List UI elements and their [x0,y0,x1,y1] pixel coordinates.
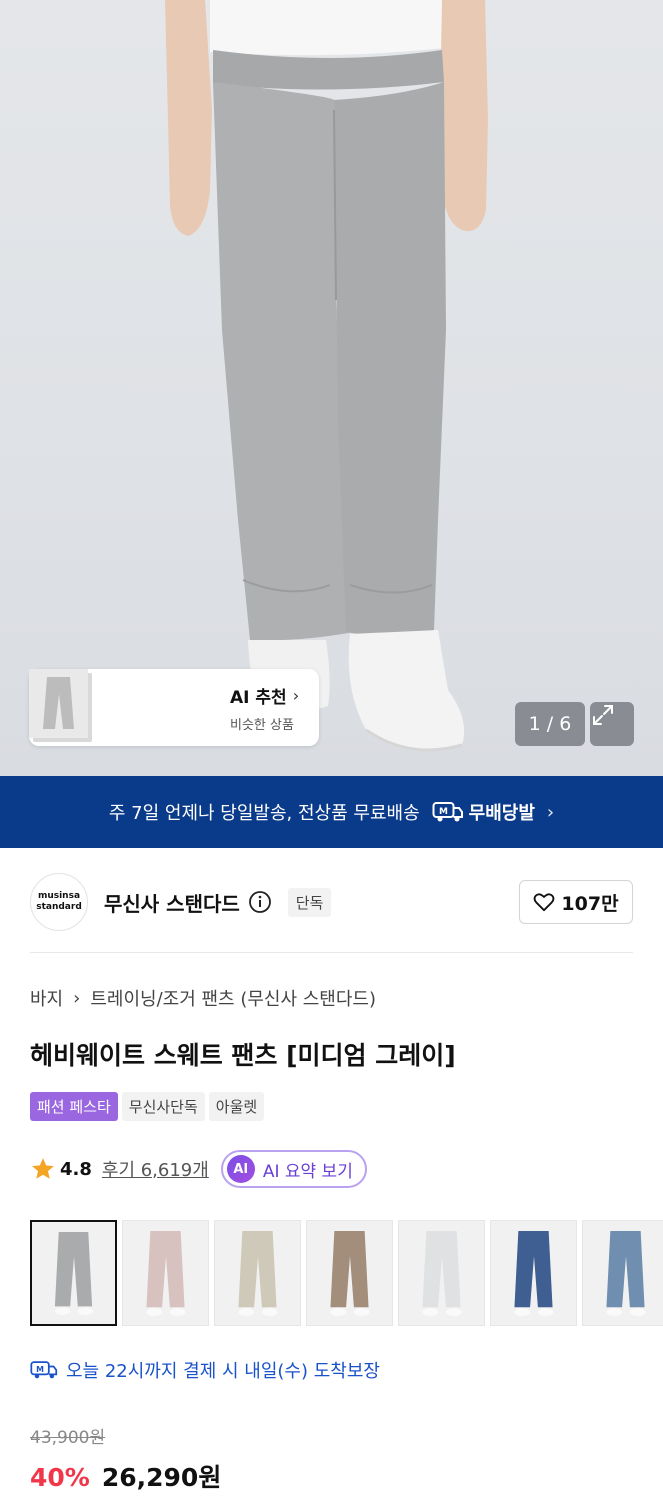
swatch-pants-image [307,1221,392,1325]
pants-model-illustration [165,0,488,752]
rating-row: 4.8 후기 6,619개 AI AI 요약 보기 [30,1150,367,1188]
price-row: 40% 26,290원 [30,1458,221,1494]
swatch-pants-image [399,1221,484,1325]
product-hero-image[interactable]: AI 추천 › 비슷한 상품 1 / 6 [0,0,663,776]
chevron-right-icon: › [73,987,81,1009]
banner-text: 주 7일 언제나 당일발송, 전상품 무료배송 [108,803,420,824]
original-price: 43,900원 [30,1428,106,1448]
free-shipping-banner[interactable]: 주 7일 언제나 당일발송, 전상품 무료배송 M 무배당발 › [0,776,663,848]
color-swatch[interactable] [30,1220,117,1326]
chevron-right-icon: › [292,685,300,705]
banner-brand: M 무배당발 [432,799,535,825]
ai-recommend-thumb[interactable] [29,669,155,742]
color-swatch[interactable] [582,1220,663,1326]
color-options [30,1220,663,1326]
like-count: 107만 [561,892,619,915]
ai-recommend-subtitle: 비슷한 상품 [230,717,294,733]
swatch-pants-image [215,1221,300,1325]
brand-logo[interactable]: musinsa standard [30,873,88,931]
swatch-pants-image [583,1221,663,1325]
svg-text:M: M [439,807,448,817]
brand-row: musinsa standard 무신사 스탠다드 단독 107만 [30,872,633,932]
info-icon[interactable] [248,890,272,914]
tag-musinsa-exclusive: 무신사단독 [121,1092,205,1121]
breadcrumb: 바지 › 트레이닝/조거 팬츠 (무신사 스탠다드) [30,985,376,1011]
color-swatch[interactable] [306,1220,393,1326]
delivery-text: 오늘 22시까지 결제 시 내일(수) 도착보장 [66,1361,380,1382]
discount-rate: 40% [30,1463,90,1492]
ai-recommend-card[interactable]: AI 추천 › 비슷한 상품 [29,669,319,746]
heart-icon [534,893,555,912]
star-icon [32,1158,54,1179]
delivery-truck-icon: M [432,802,463,822]
divider [30,952,633,953]
breadcrumb-level2[interactable]: 트레이닝/조거 팬츠 (무신사 스탠다드) [90,985,376,1011]
svg-text:M: M [36,1365,44,1374]
ai-summary-label: AI 요약 보기 [262,1161,353,1182]
color-swatch[interactable] [214,1220,301,1326]
exclusive-badge: 단독 [287,887,332,917]
color-swatch[interactable] [490,1220,577,1326]
swatch-pants-image [32,1222,115,1324]
product-tags: 패션 페스타 무신사단독 아울렛 [30,1092,265,1121]
swatch-pants-image [123,1221,208,1325]
product-title: 헤비웨이트 스웨트 팬츠 [미디엄 그레이] [30,1041,456,1070]
tag-fashion-festa[interactable]: 패션 페스타 [30,1092,118,1121]
image-page-counter: 1 / 6 [515,702,585,746]
expand-icon [593,705,613,725]
color-swatch[interactable] [398,1220,485,1326]
color-swatch[interactable] [122,1220,209,1326]
like-button[interactable]: 107만 [519,880,633,924]
chevron-right-icon: › [546,801,555,823]
sale-price: 26,290원 [101,1463,222,1492]
delivery-truck-icon: M [30,1361,58,1379]
swatch-pants-image [491,1221,576,1325]
tag-outlet: 아울렛 [208,1092,265,1121]
expand-image-button[interactable] [590,702,634,746]
rating-score: 4.8 [60,1158,92,1180]
review-count-link[interactable]: 후기 6,619개 [102,1156,209,1182]
delivery-guarantee[interactable]: M 오늘 22시까지 결제 시 내일(수) 도착보장 [30,1357,380,1383]
ai-badge-icon: AI [226,1155,255,1183]
ai-recommend-title: AI 추천 › [230,685,300,708]
ai-recommend-thumb[interactable] [29,669,218,742]
brand-name[interactable]: 무신사 스탠다드 [104,888,240,917]
breadcrumb-level1[interactable]: 바지 [30,985,63,1011]
ai-summary-button[interactable]: AI AI 요약 보기 [220,1150,367,1188]
